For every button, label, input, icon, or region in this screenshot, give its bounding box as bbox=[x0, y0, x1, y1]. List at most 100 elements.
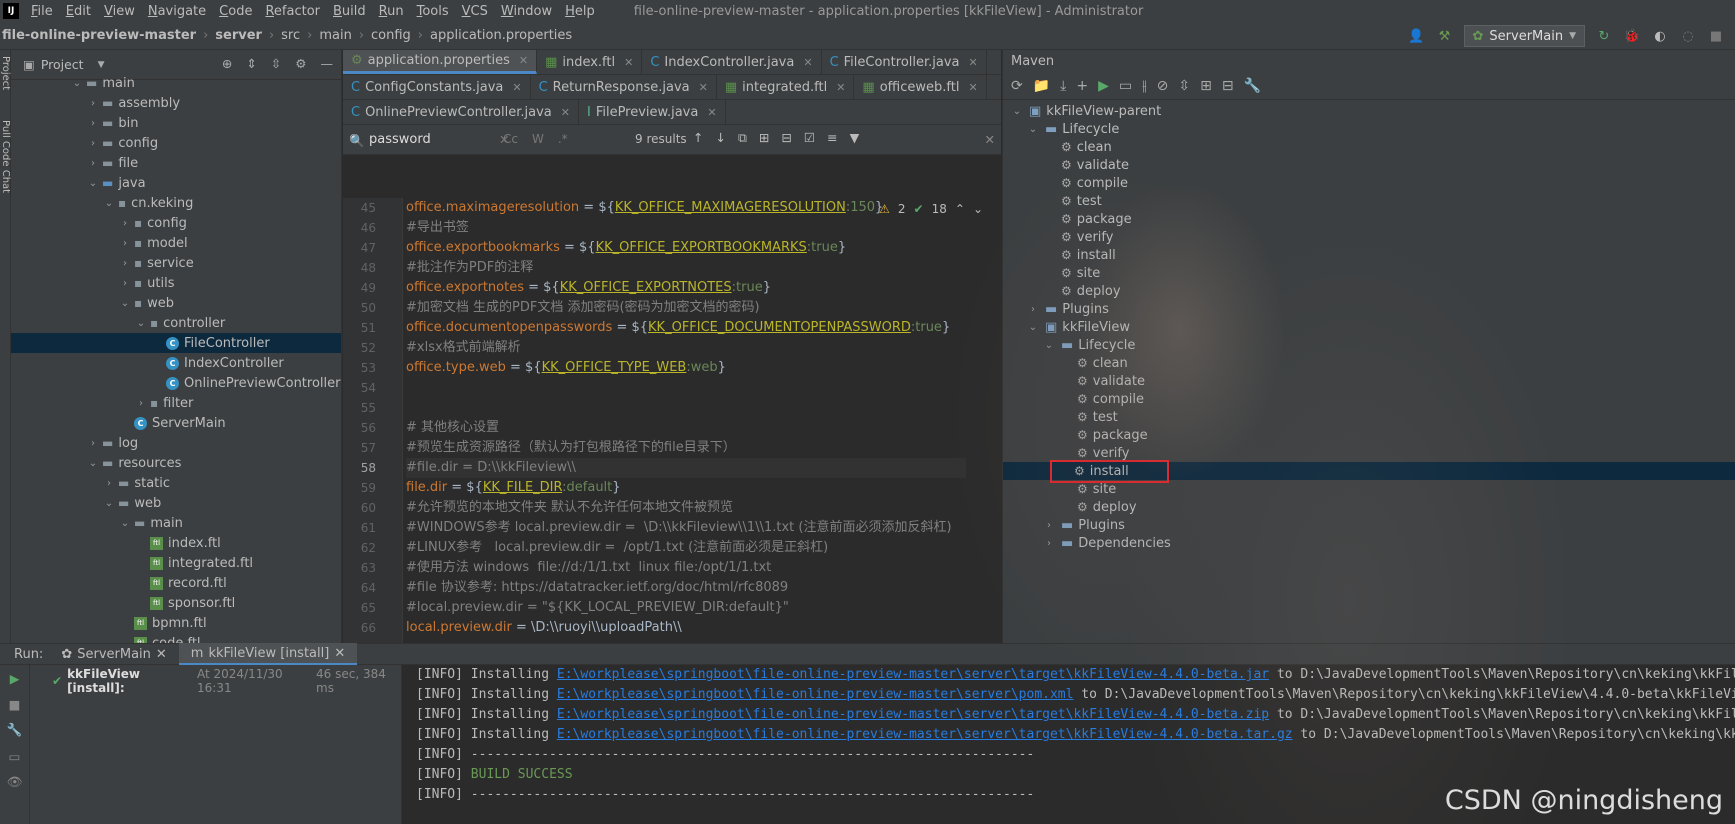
project-tree-item[interactable]: C IndexController bbox=[11, 353, 341, 373]
breadcrumb-item[interactable]: application.properties bbox=[430, 28, 572, 43]
chevron-right-icon[interactable]: › bbox=[119, 238, 131, 249]
menu-item-navigate[interactable]: Navigate bbox=[148, 4, 206, 19]
editor-tab[interactable]: ▦ index.ftl ✕ bbox=[537, 50, 643, 74]
project-tree-item[interactable]: ⌄ ▪ web bbox=[11, 293, 341, 313]
chevron-right-icon[interactable]: › bbox=[103, 478, 115, 489]
maven-tree-item[interactable]: ⚙ test bbox=[1003, 408, 1735, 426]
code-area[interactable]: office.maximageresolution = ${KK_OFFICE_… bbox=[406, 198, 966, 643]
stop-icon[interactable]: ■ bbox=[0, 691, 29, 717]
project-tree-item[interactable]: › ▬ config bbox=[11, 133, 341, 153]
breadcrumb-item[interactable]: server bbox=[215, 28, 262, 43]
inspection-widget[interactable]: ⚠ 2 ✔ 18 ⌃ ⌄ bbox=[879, 202, 983, 216]
code-line[interactable] bbox=[406, 378, 966, 398]
chevron-down-icon[interactable]: ⌄ bbox=[87, 458, 99, 469]
expand-all-icon[interactable]: ⇕ bbox=[246, 56, 256, 71]
code-line[interactable]: office.exportnotes = ${KK_OFFICE_EXPORTN… bbox=[406, 278, 966, 298]
run-tab[interactable]: m kkFileView [install] ✕ bbox=[178, 643, 358, 665]
hide-icon[interactable]: — bbox=[321, 56, 334, 71]
chevron-right-icon[interactable]: › bbox=[119, 218, 131, 229]
project-tree-item[interactable]: › ▬ log bbox=[11, 433, 341, 453]
coverage-icon[interactable]: ◐ bbox=[1651, 27, 1669, 45]
chevron-right-icon[interactable]: › bbox=[119, 258, 131, 269]
filter-icon[interactable]: ▼ bbox=[850, 130, 860, 146]
project-tree-item[interactable]: ⌄ ▬ web bbox=[11, 493, 341, 513]
project-tree-item[interactable]: C OnlinePreviewController bbox=[11, 373, 341, 393]
maven-tree-item[interactable]: ⚙ verify bbox=[1003, 444, 1735, 462]
chevron-right-icon[interactable]: › bbox=[1027, 304, 1039, 315]
rerun-icon[interactable]: ↻ bbox=[1595, 27, 1613, 45]
close-tab-icon[interactable]: ✕ bbox=[334, 646, 345, 661]
maven-tree-item[interactable]: ⚙ clean bbox=[1003, 138, 1735, 156]
close-tab-icon[interactable]: ✕ bbox=[969, 56, 978, 69]
close-tab-icon[interactable]: ✕ bbox=[699, 81, 708, 94]
maven-tree-item[interactable]: ⚙ package bbox=[1003, 210, 1735, 228]
reimport-folder-icon[interactable]: 📁 bbox=[1033, 78, 1050, 94]
maven-tree-item[interactable]: ⌄ ▣ kkFileView-parent bbox=[1003, 102, 1735, 120]
code-line[interactable]: #使用方法 windows file://d:/1/1.txt linux fi… bbox=[406, 558, 966, 578]
debug-icon[interactable]: 🐞 bbox=[1623, 27, 1641, 45]
chevron-down-icon[interactable]: ⌄ bbox=[119, 298, 131, 309]
project-tree-item[interactable]: › ▪ filter bbox=[11, 393, 341, 413]
close-tab-icon[interactable]: ✕ bbox=[836, 81, 845, 94]
chevron-right-icon[interactable]: › bbox=[1043, 520, 1055, 531]
maven-tree-item[interactable]: ⚙ deploy bbox=[1003, 498, 1735, 516]
chevron-down-icon[interactable]: ⌄ bbox=[87, 178, 99, 189]
menu-item-build[interactable]: Build bbox=[333, 4, 366, 19]
gear-icon[interactable]: ⚙ bbox=[295, 56, 306, 71]
maven-tree-item[interactable]: ⚙ site bbox=[1003, 480, 1735, 498]
project-tree-item[interactable]: ftl index.ftl bbox=[11, 533, 341, 553]
editor-tab[interactable]: ▦ officeweb.ftl ✕ bbox=[854, 75, 987, 99]
maven-tree-item[interactable]: ⚙ compile bbox=[1003, 174, 1735, 192]
run-tab[interactable]: ✿ ServerMain ✕ bbox=[49, 643, 178, 665]
project-tree-item[interactable]: ftl integrated.ftl bbox=[11, 553, 341, 573]
add-icon[interactable]: + bbox=[1076, 78, 1088, 94]
maven-tree-item[interactable]: ⚙ install bbox=[1003, 459, 1735, 483]
menu-item-tools[interactable]: Tools bbox=[417, 4, 449, 19]
chevron-right-icon[interactable]: › bbox=[87, 118, 99, 129]
maven-tree-item[interactable]: ⚙ site bbox=[1003, 264, 1735, 282]
close-tab-icon[interactable]: ✕ bbox=[624, 56, 633, 69]
maven-tree-item[interactable]: ⚙ package bbox=[1003, 426, 1735, 444]
editor-tab[interactable]: ▦ integrated.ftl ✕ bbox=[717, 75, 855, 99]
expand-icon[interactable]: ⊟ bbox=[1222, 78, 1234, 94]
code-line[interactable]: # 其他核心设置 bbox=[406, 418, 966, 438]
rerun-icon[interactable]: ▶ bbox=[0, 665, 29, 691]
code-line[interactable]: #预览生成资源路径（默认为打包根路径下的file目录下） bbox=[406, 438, 966, 458]
open-in-window-icon[interactable]: ⧉ bbox=[738, 130, 747, 146]
editor-tab[interactable]: ⚙ application.properties ✕ bbox=[343, 50, 538, 74]
run-config-select[interactable]: ✿ ServerMain ▼ bbox=[1463, 25, 1585, 47]
collapse-all-icon[interactable]: ⇳ bbox=[271, 56, 281, 71]
code-line[interactable]: #file.dir = D:\\kkFileview\\ bbox=[406, 458, 966, 478]
chevron-down-icon[interactable]: ⌄ bbox=[135, 318, 147, 329]
maven-tree-item[interactable]: ⚙ deploy bbox=[1003, 282, 1735, 300]
project-tree-item[interactable]: ⌄ ▬ resources bbox=[11, 453, 341, 473]
close-tab-icon[interactable]: ✕ bbox=[707, 106, 716, 119]
project-tree-item[interactable]: › ▬ static bbox=[11, 473, 341, 493]
code-line[interactable]: #file 协议参考: https://datatracker.ietf.org… bbox=[406, 578, 966, 598]
project-tool-tab[interactable]: Project bbox=[0, 56, 11, 90]
skip-tests-icon[interactable]: ⊘ bbox=[1157, 78, 1169, 94]
console-link[interactable]: E:\workplease\springboot\file-online-pre… bbox=[557, 687, 1074, 702]
project-tree-item[interactable]: ftl bpmn.ftl bbox=[11, 613, 341, 633]
chevron-right-icon[interactable]: › bbox=[87, 438, 99, 449]
code-line[interactable]: office.type.web = ${KK_OFFICE_TYPE_WEB:w… bbox=[406, 358, 966, 378]
download-icon[interactable]: ⤓ bbox=[1060, 78, 1066, 94]
close-tab-icon[interactable]: ✕ bbox=[561, 106, 570, 119]
project-tree-item[interactable]: ⌄ ▪ cn.keking bbox=[11, 193, 341, 213]
search-input[interactable]: password bbox=[369, 132, 431, 147]
chevron-down-icon[interactable]: ⌄ bbox=[71, 78, 83, 89]
menu-item-refactor[interactable]: Refactor bbox=[265, 4, 320, 19]
remove-selection-icon[interactable]: ⊟ bbox=[781, 130, 791, 146]
chevron-right-icon[interactable]: › bbox=[135, 398, 147, 409]
code-line[interactable]: #local.preview.dir = "${KK_LOCAL_PREVIEW… bbox=[406, 598, 966, 618]
chevron-right-icon[interactable]: › bbox=[87, 98, 99, 109]
code-line[interactable]: office.exportbookmarks = ${KK_OFFICE_EXP… bbox=[406, 238, 966, 258]
project-tree-item[interactable]: › ▬ assembly bbox=[11, 93, 341, 113]
project-tree-item[interactable]: ⌄ ▪ controller bbox=[11, 313, 341, 333]
breadcrumb-item[interactable]: src bbox=[281, 28, 300, 43]
close-tab-icon[interactable]: ✕ bbox=[519, 54, 528, 67]
select-all-icon[interactable]: ☑ bbox=[804, 130, 815, 146]
code-line[interactable]: local.preview.dir = \D:\\ruoyi\\uploadPa… bbox=[406, 618, 966, 638]
code-line[interactable]: #允许预览的本地文件夹 默认不允许任何本地文件被预览 bbox=[406, 498, 966, 518]
code-line[interactable]: #加密文档 生成的PDF文档 添加密码(密码为加密文档的密码) bbox=[406, 298, 966, 318]
